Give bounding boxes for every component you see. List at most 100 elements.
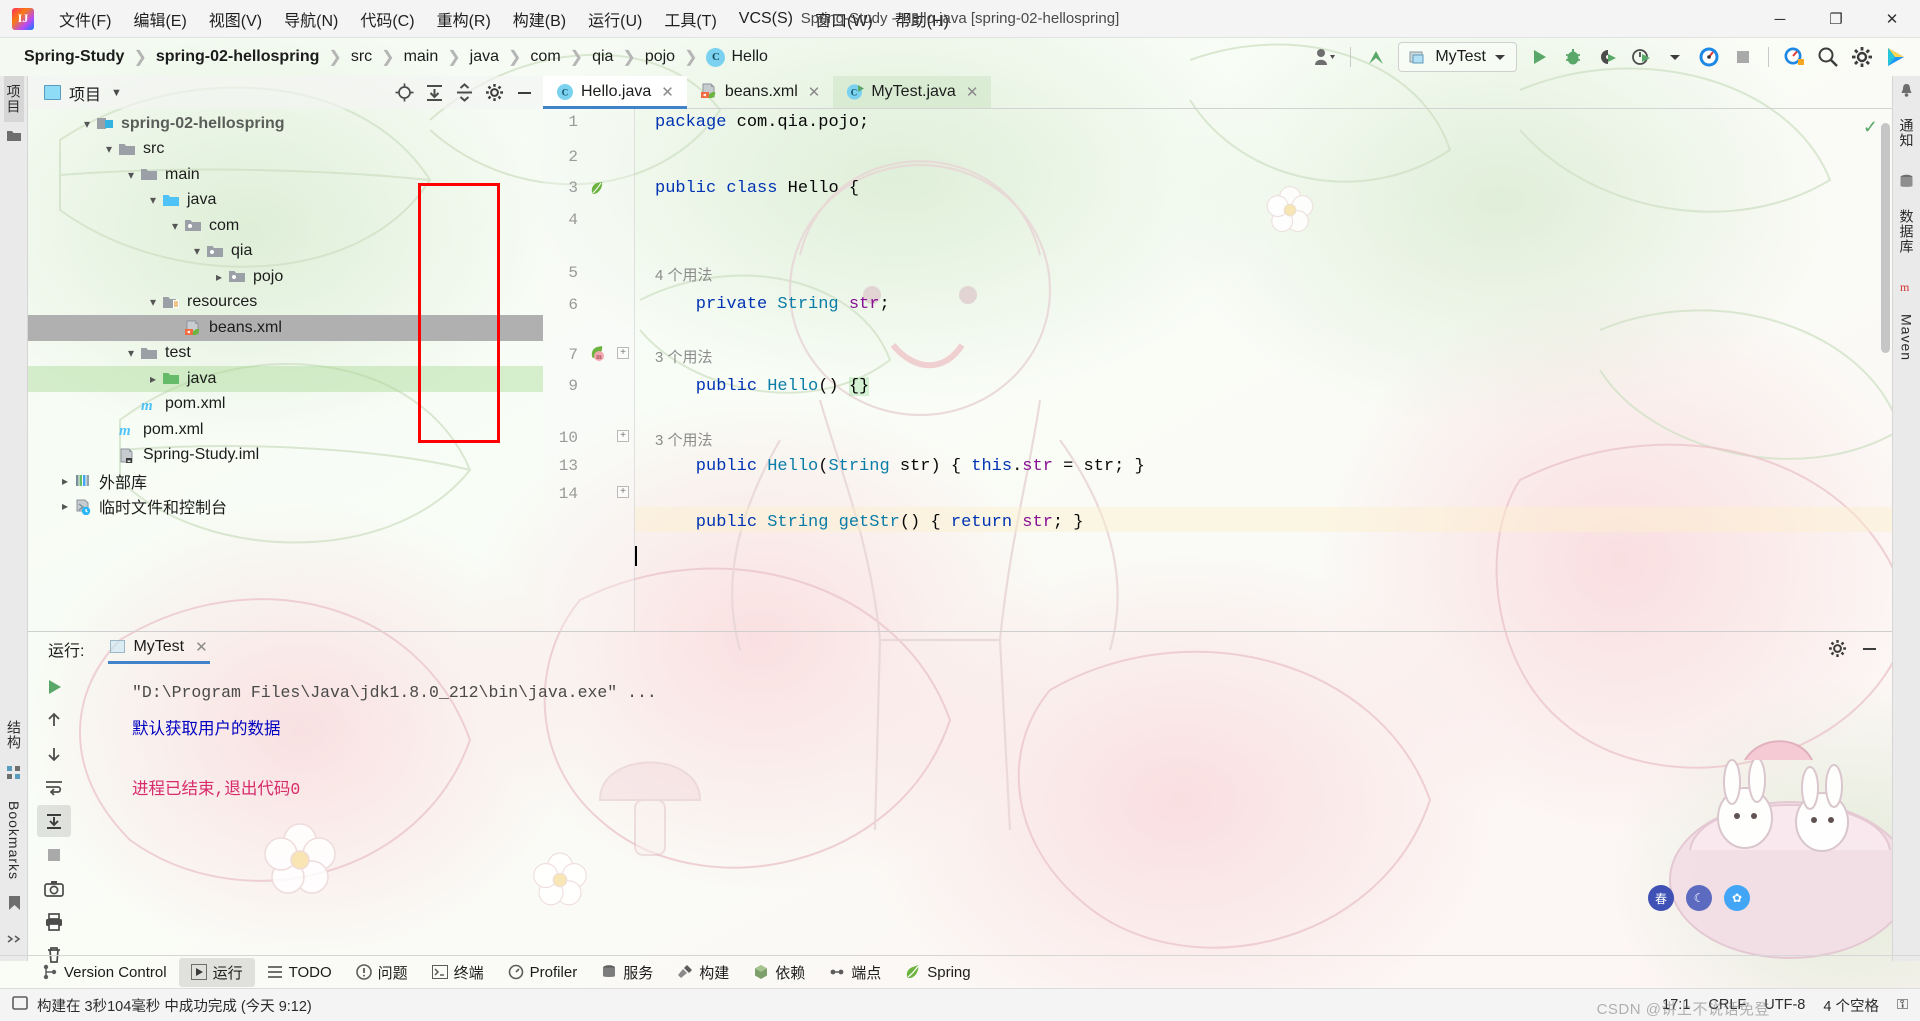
tree-node-beans-xml[interactable]: beans.xml — [28, 315, 543, 341]
structure-grid-icon[interactable] — [6, 765, 22, 786]
minimize-button[interactable]: ─ — [1752, 0, 1808, 38]
menu-edit[interactable]: 编辑(E) — [122, 3, 197, 35]
expand-all-icon[interactable] — [421, 80, 447, 106]
maven-icon[interactable]: m — [1899, 280, 1915, 299]
sidebar-item-database[interactable]: 数据库 — [1897, 201, 1917, 262]
tool-window-button-运行[interactable]: 运行 — [178, 957, 255, 987]
tool-window-button-服务[interactable]: 服务 — [589, 958, 665, 987]
close-icon[interactable]: ✕ — [661, 83, 674, 101]
update-project-icon[interactable] — [1360, 42, 1392, 72]
code-editor[interactable]: 1 2 3 4 5 6 7 9 10 13 14 m + + + package… — [543, 109, 1892, 631]
line-separator[interactable]: CRLF — [1708, 997, 1746, 1013]
chevron-down-icon[interactable]: ▾ — [78, 115, 96, 133]
close-icon[interactable]: ✕ — [808, 83, 821, 101]
menu-run[interactable]: 运行(U) — [577, 3, 653, 35]
fold-expand-icon[interactable]: + — [617, 430, 629, 442]
notifications-bell-icon[interactable] — [1899, 83, 1914, 103]
tool-window-button-profiler[interactable]: Profiler — [496, 960, 590, 985]
editor-vertical-scrollbar[interactable] — [1881, 123, 1890, 353]
tree-node-resources[interactable]: ▾ resources — [28, 290, 543, 316]
menu-refactor[interactable]: 重构(R) — [426, 3, 502, 35]
file-encoding[interactable]: UTF-8 — [1764, 997, 1805, 1013]
run-tab-mytest[interactable]: MyTest ✕ — [108, 634, 210, 664]
ide-assistant-icon[interactable] — [1880, 42, 1912, 72]
profiler-run-icon[interactable] — [1625, 42, 1657, 72]
sidebar-item-maven[interactable]: Maven — [1899, 306, 1915, 369]
menu-file[interactable]: 文件(F) — [48, 3, 122, 35]
code-text[interactable]: package com.qia.pojo; public class Hello … — [635, 109, 1892, 631]
indent-size[interactable]: 4 个空格 — [1823, 995, 1879, 1016]
editor-tab-mytest-java[interactable]: C MyTest.java ✕ — [833, 76, 992, 108]
caret-position[interactable]: 17:1 — [1662, 997, 1690, 1013]
tool-window-button-端点[interactable]: 端点 — [817, 958, 893, 987]
tool-window-button-构建[interactable]: 构建 — [665, 958, 741, 987]
bookmark-icon[interactable] — [8, 895, 21, 916]
menu-code[interactable]: 代码(C) — [349, 3, 425, 35]
tree-node-pojo[interactable]: ▸ pojo — [28, 264, 543, 290]
inspection-status-icon[interactable]: ✓ — [1863, 117, 1878, 138]
stop-icon[interactable] — [37, 839, 71, 871]
run-configuration-selector[interactable]: MyTest — [1398, 42, 1517, 72]
tree-node-pom-xml[interactable]: m pom.xml — [28, 392, 543, 418]
scroll-to-end-icon[interactable] — [37, 805, 71, 837]
search-icon[interactable] — [1812, 42, 1844, 72]
rerun-icon[interactable] — [37, 671, 71, 703]
chevron-right-icon[interactable]: ▸ — [56, 497, 74, 515]
debug-icon[interactable] — [1557, 42, 1589, 72]
chevron-down-icon[interactable]: ▾ — [122, 166, 140, 184]
stop-icon[interactable] — [1727, 42, 1759, 72]
close-icon[interactable]: ✕ — [195, 638, 208, 656]
tool-window-button-spring[interactable]: Spring — [893, 960, 982, 985]
tree-node-qia[interactable]: ▾ qia — [28, 239, 543, 265]
breadcrumb-item-hello[interactable]: Hello — [731, 48, 767, 66]
settings-gear-icon[interactable] — [1824, 636, 1850, 662]
run-icon[interactable] — [1523, 42, 1555, 72]
sidebar-item-structure[interactable]: 结构 — [4, 712, 24, 758]
print-icon[interactable] — [37, 906, 71, 938]
tree-node-java[interactable]: ▸ java — [28, 366, 543, 392]
chevron-down-icon[interactable]: ▾ — [144, 293, 162, 311]
tree-node-test[interactable]: ▾ test — [28, 341, 543, 367]
tree-node-外部库[interactable]: ▸ 外部库 — [28, 468, 543, 494]
scroll-up-icon[interactable] — [37, 705, 71, 737]
tool-window-button-version-control[interactable]: Version Control — [30, 960, 179, 985]
hide-panel-icon[interactable] — [511, 80, 537, 106]
profiler-icon[interactable] — [1693, 42, 1725, 72]
breadcrumb-item-java[interactable]: java — [470, 48, 499, 66]
spring-bean-method-gutter-icon[interactable]: m — [589, 345, 607, 366]
breadcrumb-item-src[interactable]: src — [351, 48, 372, 66]
folder-icon[interactable] — [6, 129, 22, 148]
lock-icon[interactable]: ⚿ — [1897, 997, 1908, 1013]
tree-node-src[interactable]: ▾ src — [28, 137, 543, 163]
profiler-attach-icon[interactable] — [1778, 42, 1810, 72]
chevron-down-icon[interactable]: ▼ — [111, 87, 122, 99]
chevron-right-icon[interactable]: ▸ — [56, 472, 74, 490]
close-icon[interactable]: ✕ — [966, 83, 979, 101]
hide-panel-icon[interactable] — [1856, 636, 1882, 662]
breadcrumb-item-pojo[interactable]: pojo — [645, 48, 675, 66]
tree-node-临时文件和控制台[interactable]: ▸ 临时文件和控制台 — [28, 494, 543, 520]
menu-view[interactable]: 视图(V) — [198, 3, 273, 35]
breadcrumb-item-com[interactable]: com — [530, 48, 560, 66]
spring-bean-gutter-icon[interactable] — [589, 180, 605, 201]
breadcrumb-item-spring-02-hellospring[interactable]: spring-02-hellospring — [156, 48, 320, 66]
menu-navigate[interactable]: 导航(N) — [273, 3, 349, 35]
editor-gutter[interactable]: 1 2 3 4 5 6 7 9 10 13 14 m + + + — [543, 109, 635, 631]
chevron-down-icon[interactable]: ▾ — [100, 140, 118, 158]
chevron-right-icon[interactable]: ▸ — [210, 268, 228, 286]
menu-help[interactable]: 帮助(H) — [884, 3, 960, 35]
tool-window-button-终端[interactable]: 终端 — [420, 958, 496, 987]
console-output[interactable]: "D:\Program Files\Java\jdk1.8.0_212\bin\… — [80, 665, 1892, 971]
breadcrumb-item-spring-study[interactable]: Spring-Study — [24, 48, 124, 66]
tree-node-spring-02-hellospring[interactable]: ▾ spring-02-hellospring — [28, 111, 543, 137]
editor-tab-hello-java[interactable]: C Hello.java ✕ — [543, 76, 687, 109]
more-options-icon[interactable] — [6, 930, 22, 948]
tree-node-java[interactable]: ▾ java — [28, 188, 543, 214]
tree-node-main[interactable]: ▾ main — [28, 162, 543, 188]
breadcrumb-item-qia[interactable]: qia — [592, 48, 613, 66]
sidebar-item-project[interactable]: 项目 — [3, 76, 24, 122]
editor-tab-beans-xml[interactable]: beans.xml ✕ — [687, 76, 834, 108]
close-button[interactable]: ✕ — [1864, 0, 1920, 38]
settings-gear-icon[interactable] — [481, 80, 507, 106]
settings-gear-icon[interactable] — [1846, 42, 1878, 72]
